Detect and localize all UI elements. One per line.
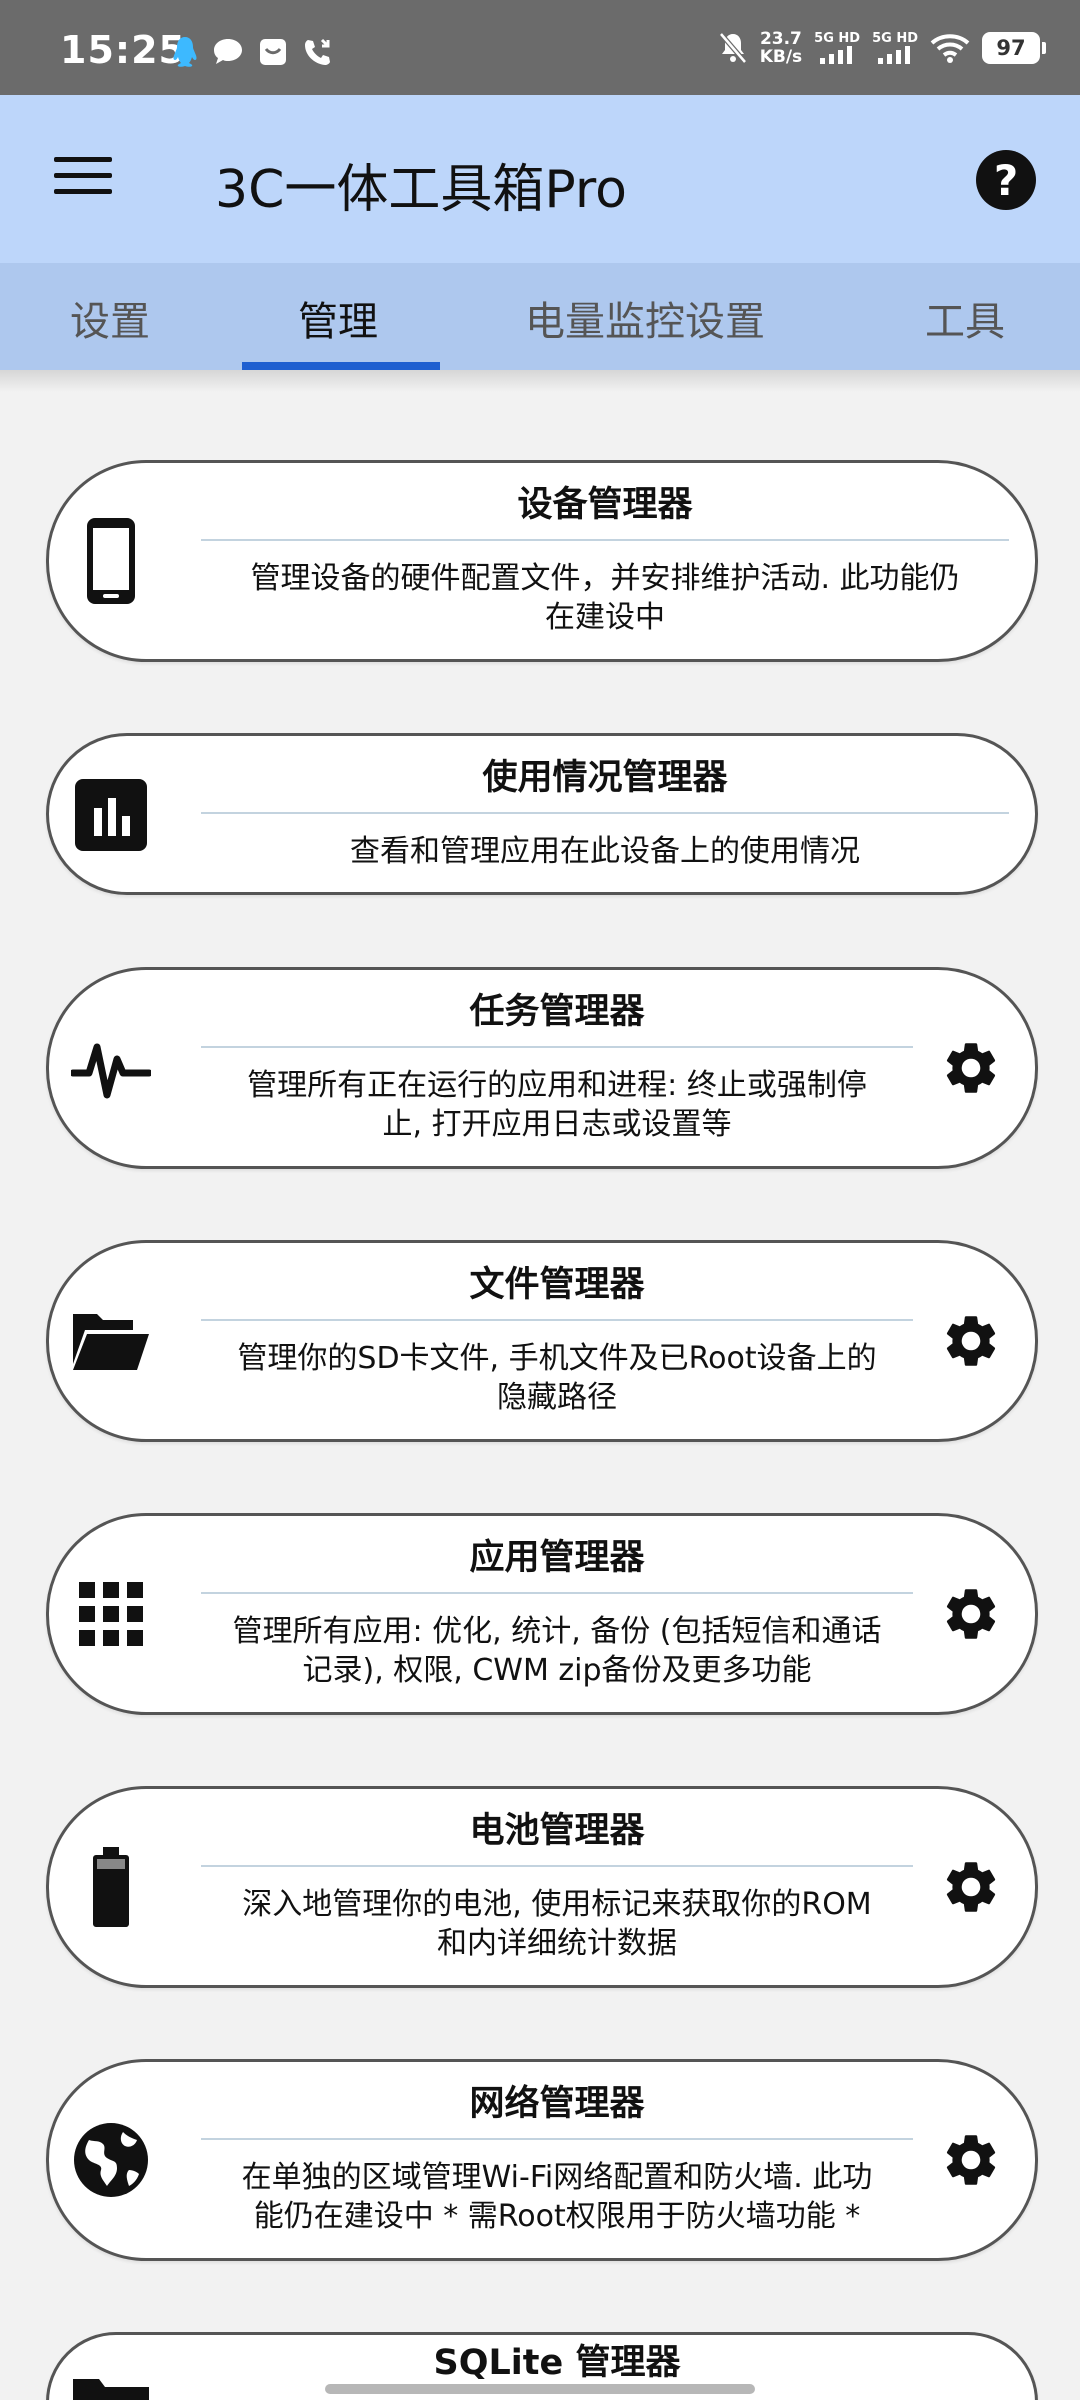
card-title: 设备管理器 bbox=[517, 485, 693, 525]
chat-bubble-icon bbox=[214, 39, 242, 64]
signal-bars-icon bbox=[820, 46, 853, 64]
signal-5g-1: 5G HD bbox=[814, 32, 860, 64]
tab-settings[interactable]: 设置 bbox=[70, 289, 150, 347]
card-body: 设备管理器 管理设备的硬件配置文件，并安排维护活动. 此功能仍 在建设中 bbox=[201, 481, 1009, 637]
tab-battery-monitor-settings[interactable]: 电量监控设置 bbox=[525, 289, 765, 347]
card-body: 使用情况管理器 查看和管理应用在此设备上的使用情况 bbox=[201, 754, 1009, 871]
card-battery-manager[interactable]: 电池管理器 深入地管理你的电池, 使用标记来获取你的ROM 和内详细统计数据 bbox=[46, 1786, 1038, 1988]
battery-icon bbox=[71, 1847, 151, 1927]
battery-level: 97 bbox=[982, 32, 1046, 64]
status-bar: 15:25 23.7 KB/s 5G HD 5G HD 97 bbox=[0, 0, 1080, 95]
gear-icon[interactable] bbox=[939, 1036, 1003, 1100]
app-title: 3C一体工具箱Pro bbox=[215, 160, 627, 220]
status-right-icons: 23.7 KB/s 5G HD 5G HD 97 bbox=[718, 29, 1046, 67]
tab-bar: 设置 管理 电量监控设置 工具 bbox=[0, 263, 1080, 370]
app-bar: 3C一体工具箱Pro ? bbox=[0, 95, 1080, 263]
signal-bars-icon bbox=[878, 46, 911, 64]
card-body: 电池管理器 深入地管理你的电池, 使用标记来获取你的ROM 和内详细统计数据 bbox=[201, 1807, 913, 1963]
card-body: SQLite 管理器 bbox=[201, 2339, 913, 2387]
tab-shadow bbox=[0, 370, 1080, 392]
card-body: 文件管理器 管理你的SD卡文件, 手机文件及已Root设备上的 隐藏路径 bbox=[201, 1261, 913, 1417]
card-usage-manager[interactable]: 使用情况管理器 查看和管理应用在此设备上的使用情况 bbox=[46, 733, 1038, 895]
card-body: 应用管理器 管理所有应用: 优化, 统计, 备份 (包括短信和通话 记录), 权… bbox=[201, 1534, 913, 1690]
card-title: 应用管理器 bbox=[469, 1538, 645, 1578]
card-divider bbox=[201, 1046, 913, 1048]
notification-icons bbox=[172, 36, 334, 68]
gear-icon[interactable] bbox=[939, 1309, 1003, 1373]
bell-muted-icon bbox=[718, 32, 747, 64]
gear-icon[interactable] bbox=[939, 2128, 1003, 2192]
qq-penguin-icon bbox=[173, 37, 197, 67]
card-description: 管理设备的硬件配置文件，并安排维护活动. 此功能仍 在建设中 bbox=[250, 561, 960, 635]
card-divider bbox=[201, 539, 1009, 541]
smartphone-icon bbox=[71, 518, 151, 604]
card-description: 在单独的区域管理Wi-Fi网络配置和防火墙. 此功 能仍在建设中 * 需Root… bbox=[241, 2160, 873, 2234]
card-description: 深入地管理你的电池, 使用标记来获取你的ROM 和内详细统计数据 bbox=[242, 1887, 872, 1961]
card-task-manager[interactable]: 任务管理器 管理所有正在运行的应用和进程: 终止或强制停 止, 打开应用日志或设… bbox=[46, 967, 1038, 1169]
card-divider bbox=[201, 812, 1009, 814]
globe-icon bbox=[71, 2120, 151, 2200]
card-title: 文件管理器 bbox=[469, 1265, 645, 1305]
card-body: 网络管理器 在单独的区域管理Wi-Fi网络配置和防火墙. 此功 能仍在建设中 *… bbox=[201, 2080, 913, 2236]
tab-tools[interactable]: 工具 bbox=[925, 289, 1005, 347]
wifi-icon bbox=[930, 34, 970, 63]
card-divider bbox=[201, 1865, 913, 1867]
card-title: 电池管理器 bbox=[469, 1811, 645, 1851]
card-device-manager[interactable]: 设备管理器 管理设备的硬件配置文件，并安排维护活动. 此功能仍 在建设中 bbox=[46, 460, 1038, 662]
folder-icon bbox=[71, 2365, 151, 2400]
help-icon[interactable]: ? bbox=[976, 150, 1036, 210]
bar-chart-icon bbox=[71, 775, 151, 855]
card-title: 任务管理器 bbox=[469, 992, 645, 1032]
tab-indicator bbox=[242, 362, 440, 370]
card-app-manager[interactable]: 应用管理器 管理所有应用: 优化, 统计, 备份 (包括短信和通话 记录), 权… bbox=[46, 1513, 1038, 1715]
missed-call-icon bbox=[305, 38, 330, 65]
card-divider bbox=[201, 2138, 913, 2140]
status-time: 15:25 bbox=[60, 28, 186, 72]
card-description: 管理你的SD卡文件, 手机文件及已Root设备上的 隐藏路径 bbox=[237, 1341, 877, 1415]
card-body: 任务管理器 管理所有正在运行的应用和进程: 终止或强制停 止, 打开应用日志或设… bbox=[201, 988, 913, 1144]
card-title: 网络管理器 bbox=[469, 2084, 645, 2124]
gear-icon[interactable] bbox=[939, 1855, 1003, 1919]
hamburger-menu-icon[interactable] bbox=[54, 153, 114, 199]
card-divider bbox=[201, 1592, 913, 1594]
card-divider bbox=[201, 1319, 913, 1321]
card-description: 管理所有应用: 优化, 统计, 备份 (包括短信和通话 记录), 权限, CWM… bbox=[232, 1614, 882, 1688]
gear-icon[interactable] bbox=[939, 1582, 1003, 1646]
card-file-manager[interactable]: 文件管理器 管理你的SD卡文件, 手机文件及已Root设备上的 隐藏路径 bbox=[46, 1240, 1038, 1442]
home-indicator[interactable] bbox=[325, 2384, 755, 2394]
folder-open-icon bbox=[71, 1301, 151, 1381]
card-title: 使用情况管理器 bbox=[482, 758, 728, 798]
network-speed: 23.7 KB/s bbox=[759, 29, 803, 67]
card-description: 查看和管理应用在此设备上的使用情况 bbox=[350, 834, 860, 869]
message-box-icon bbox=[260, 39, 286, 65]
apps-grid-icon bbox=[71, 1574, 151, 1654]
tab-manage[interactable]: 管理 bbox=[298, 289, 378, 347]
card-network-manager[interactable]: 网络管理器 在单独的区域管理Wi-Fi网络配置和防火墙. 此功 能仍在建设中 *… bbox=[46, 2059, 1038, 2261]
pulse-icon bbox=[71, 1028, 151, 1108]
card-title: SQLite 管理器 bbox=[433, 2343, 681, 2383]
card-description: 管理所有正在运行的应用和进程: 终止或强制停 止, 打开应用日志或设置等 bbox=[247, 1068, 867, 1142]
signal-5g-2: 5G HD bbox=[872, 32, 918, 64]
